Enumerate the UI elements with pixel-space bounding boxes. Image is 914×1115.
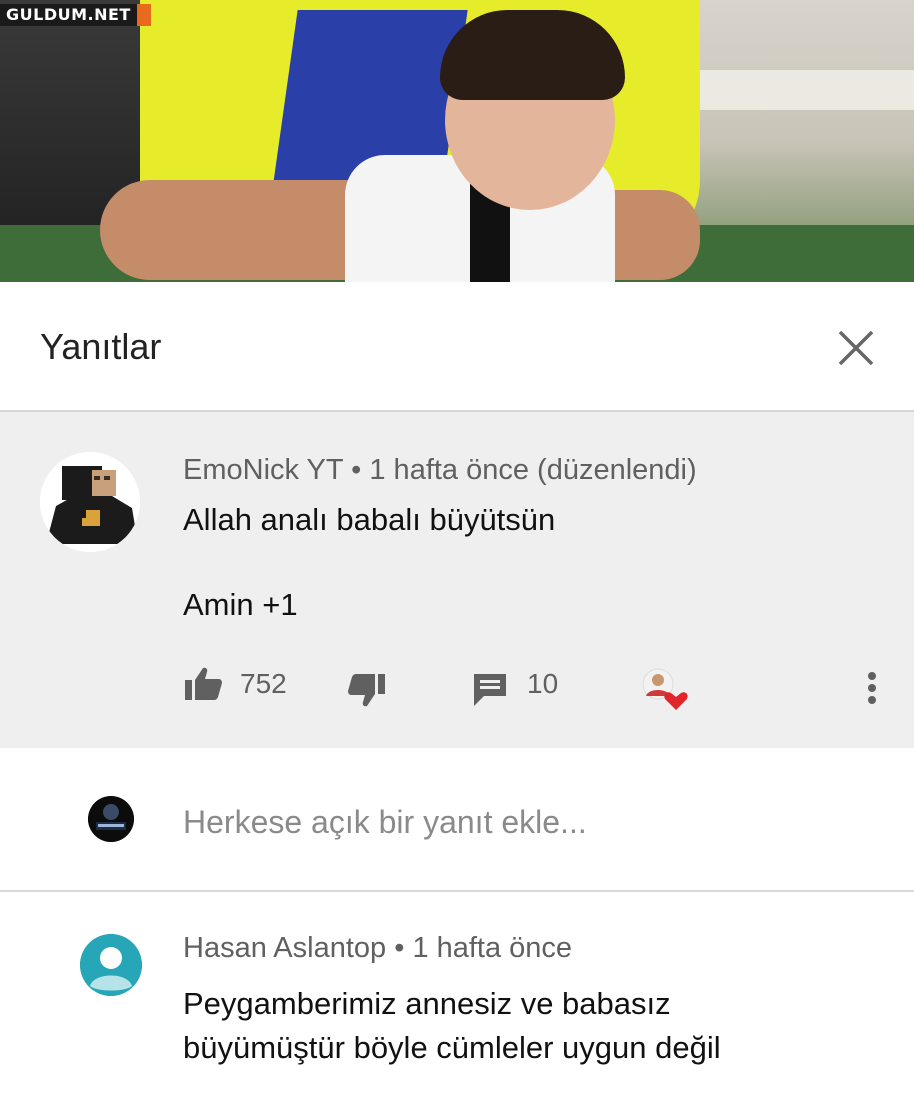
comment-author[interactable]: Hasan Aslantop: [183, 932, 386, 964]
comment-text-line2: büyümüştür böyle cümleler uygun değil: [183, 1030, 721, 1065]
avatar[interactable]: [80, 934, 142, 996]
thumbs-up-icon[interactable]: [183, 666, 223, 707]
comment-text-line1: Allah analı babalı büyütsün: [183, 502, 556, 537]
close-icon[interactable]: [834, 326, 878, 370]
comment-meta: Hasan Aslantop • 1 hafta önce: [183, 932, 572, 965]
comment-time: 1 hafta önce: [412, 932, 573, 964]
avatar: [88, 796, 134, 842]
comment-actions: 752 10: [0, 662, 914, 712]
comment-text: Peygamberimiz annesiz ve babasız büyümüş…: [183, 982, 883, 1070]
thumbs-down-icon[interactable]: [347, 672, 387, 713]
comment-text-line2: Amin +1: [183, 587, 298, 622]
reply-comment-icon[interactable]: [472, 672, 508, 713]
meta-separator: •: [394, 932, 413, 964]
avatar[interactable]: [40, 452, 140, 552]
meta-separator: •: [351, 454, 370, 486]
reply-input[interactable]: Herkese açık bir yanıt ekle...: [183, 804, 587, 841]
like-count: 752: [240, 668, 287, 699]
more-options-icon[interactable]: [860, 668, 884, 708]
comment-time: 1 hafta önce (düzenlendi): [369, 454, 697, 486]
second-comment: Hasan Aslantop • 1 hafta önce Peygamberi…: [0, 892, 914, 1115]
comment-text-line1: Peygamberimiz annesiz ve babasız: [183, 986, 671, 1021]
creator-heart-icon: [640, 666, 690, 721]
replies-header: Yanıtlar: [0, 282, 914, 412]
video-baby-hair: [440, 10, 625, 100]
panel-title: Yanıtlar: [40, 326, 162, 367]
reply-count: 10: [527, 668, 559, 699]
video-player[interactable]: GULDUM.NET: [0, 0, 914, 282]
watermark-logo: GULDUM.NET: [0, 4, 137, 26]
reply-input-row: Herkese açık bir yanıt ekle...: [0, 748, 914, 892]
comment-author[interactable]: EmoNick YT: [183, 454, 343, 486]
video-shelf: [664, 70, 914, 110]
main-comment: EmoNick YT • 1 hafta önce (düzenlendi) A…: [0, 412, 914, 748]
comment-meta: EmoNick YT • 1 hafta önce (düzenlendi): [183, 454, 697, 487]
